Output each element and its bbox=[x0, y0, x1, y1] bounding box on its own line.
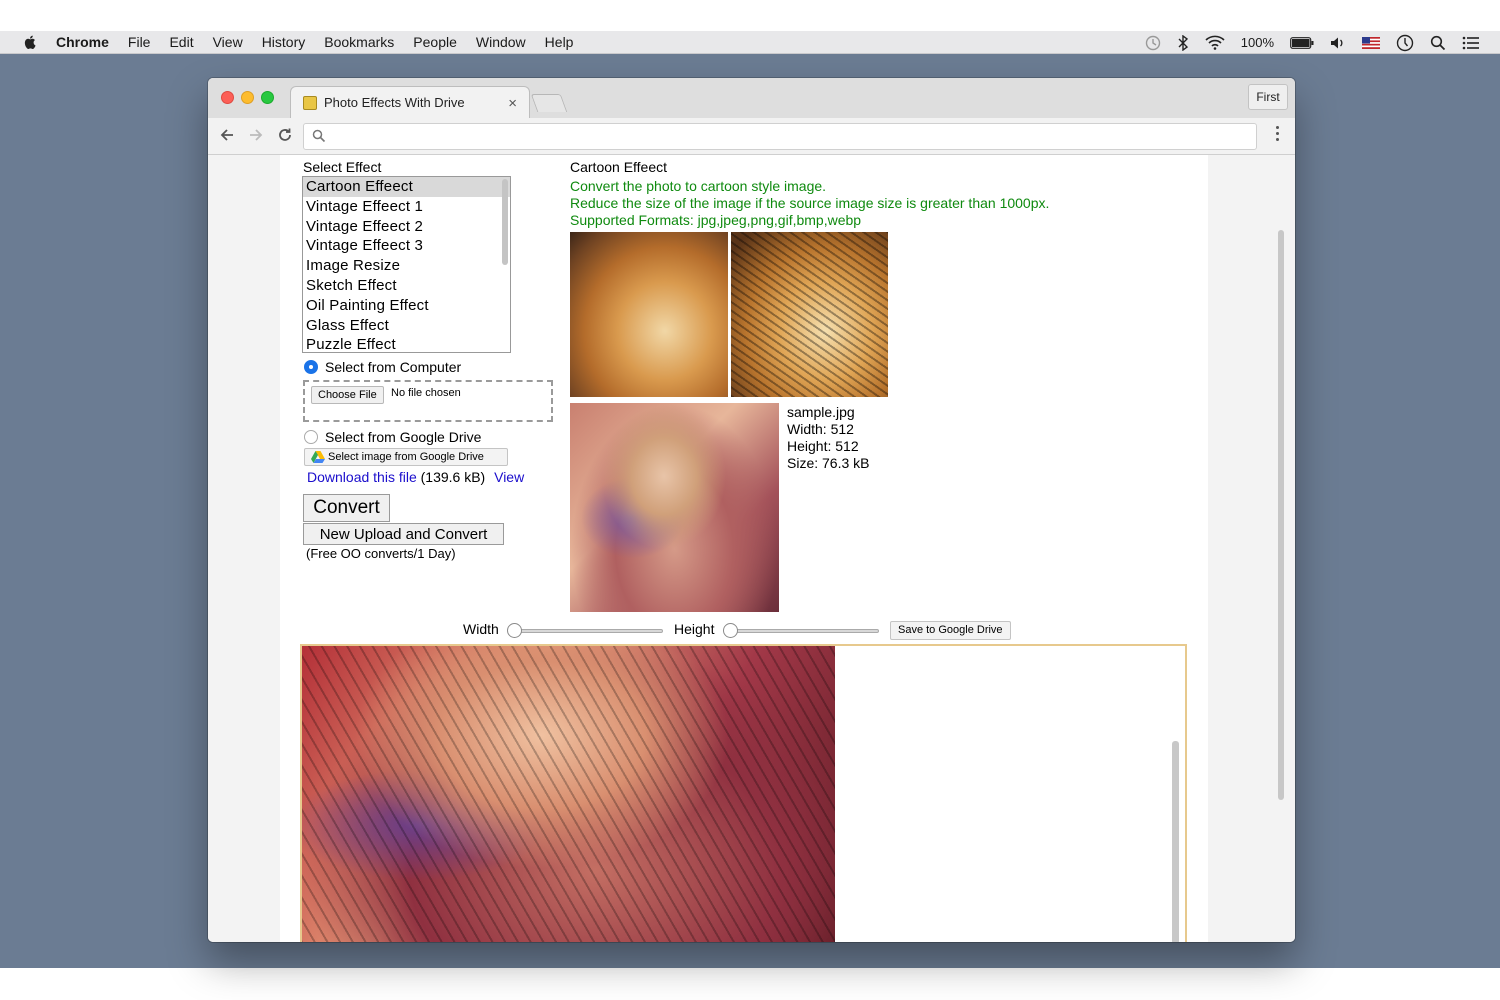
radio-drive[interactable] bbox=[304, 430, 318, 444]
more-menu-icon[interactable] bbox=[1276, 126, 1280, 144]
file-name: sample.jpg bbox=[787, 404, 855, 420]
effect-description: Convert the photo to cartoon style image… bbox=[570, 178, 827, 194]
free-quota-note: (Free OO converts/1 Day) bbox=[306, 546, 456, 561]
source-drive-option[interactable]: Select from Google Drive bbox=[304, 429, 481, 445]
sample-original-thumbnail bbox=[570, 232, 728, 397]
source-computer-label: Select from Computer bbox=[325, 359, 462, 375]
result-frame bbox=[300, 644, 1187, 942]
us-flag-icon[interactable] bbox=[1362, 36, 1380, 49]
notification-center-icon[interactable] bbox=[1462, 36, 1480, 50]
browser-tab[interactable]: Photo Effects With Drive × bbox=[290, 86, 530, 118]
image-height-info: Height: 512 bbox=[787, 438, 859, 454]
browser-toolbar bbox=[208, 118, 1295, 155]
height-slider-label: Height bbox=[674, 621, 715, 637]
menu-chrome[interactable]: Chrome bbox=[56, 34, 109, 50]
effect-listbox[interactable]: Cartoon Effeect Vintage Effeect 1 Vintag… bbox=[302, 176, 511, 353]
download-link[interactable]: Download this file bbox=[307, 469, 417, 485]
browser-window: Photo Effects With Drive × First Select … bbox=[208, 78, 1295, 942]
menu-history[interactable]: History bbox=[262, 34, 306, 50]
page-viewport: Select Effect Cartoon Effeect Vintage Ef… bbox=[208, 155, 1295, 942]
menubar: Chrome File Edit View History Bookmarks … bbox=[0, 31, 1500, 54]
page-content: Select Effect Cartoon Effeect Vintage Ef… bbox=[280, 155, 1208, 942]
new-tab-button[interactable] bbox=[530, 94, 568, 112]
height-slider-track[interactable] bbox=[725, 629, 879, 633]
source-computer-option[interactable]: Select from Computer bbox=[304, 359, 461, 375]
reload-icon[interactable] bbox=[277, 127, 293, 143]
uploaded-image-preview bbox=[570, 403, 779, 612]
effect-option-image-resize[interactable]: Image Resize bbox=[303, 256, 510, 276]
minimize-window-button[interactable] bbox=[241, 91, 254, 104]
width-slider-label: Width bbox=[463, 621, 499, 637]
spotlight-search-icon[interactable] bbox=[1430, 35, 1446, 51]
profile-button[interactable]: First bbox=[1248, 84, 1288, 110]
forward-arrow-icon[interactable] bbox=[248, 127, 264, 143]
select-effect-label: Select Effect bbox=[303, 159, 382, 175]
sample-cartoon-thumbnail bbox=[731, 232, 888, 397]
close-window-button[interactable] bbox=[221, 91, 234, 104]
select-from-drive-label: Select image from Google Drive bbox=[328, 451, 484, 463]
effect-option-glass[interactable]: Glass Effect bbox=[303, 316, 510, 336]
menu-help[interactable]: Help bbox=[545, 34, 574, 50]
file-drop-zone[interactable]: Choose File No file chosen bbox=[303, 380, 553, 422]
title-bar: Photo Effects With Drive × First bbox=[208, 78, 1295, 118]
volume-icon[interactable] bbox=[1330, 36, 1346, 50]
menu-people[interactable]: People bbox=[413, 34, 457, 50]
radio-computer[interactable] bbox=[304, 360, 318, 374]
tab-title: Photo Effects With Drive bbox=[324, 95, 465, 110]
effect-option-vintage-1[interactable]: Vintage Effeect 1 bbox=[303, 197, 510, 217]
view-link[interactable]: View bbox=[494, 469, 524, 485]
result-scrollbar[interactable] bbox=[1172, 741, 1179, 942]
google-drive-icon bbox=[311, 451, 325, 463]
width-slider-track[interactable] bbox=[509, 629, 663, 633]
effect-option-cartoon[interactable]: Cartoon Effeect bbox=[303, 177, 510, 197]
file-size-info: Size: 76.3 kB bbox=[787, 455, 870, 471]
listbox-scrollbar[interactable] bbox=[502, 179, 508, 265]
convert-button[interactable]: Convert bbox=[303, 494, 390, 522]
back-arrow-icon[interactable] bbox=[219, 127, 235, 143]
bluetooth-icon[interactable] bbox=[1177, 34, 1189, 51]
search-icon bbox=[312, 129, 326, 143]
battery-icon[interactable] bbox=[1290, 36, 1314, 49]
image-width-info: Width: 512 bbox=[787, 421, 854, 437]
width-slider-handle[interactable] bbox=[507, 623, 522, 638]
save-to-drive-button[interactable]: Save to Google Drive bbox=[890, 621, 1011, 640]
time-machine-icon[interactable] bbox=[1145, 35, 1161, 51]
menu-window[interactable]: Window bbox=[476, 34, 526, 50]
menu-bookmarks[interactable]: Bookmarks bbox=[324, 34, 394, 50]
supported-formats: Supported Formats: jpg,jpeg,png,gif,bmp,… bbox=[570, 212, 862, 228]
choose-file-button[interactable]: Choose File bbox=[311, 386, 384, 404]
select-from-drive-button[interactable]: Select image from Google Drive bbox=[304, 448, 508, 466]
battery-percent: 100% bbox=[1240, 35, 1274, 50]
address-bar[interactable] bbox=[303, 123, 1257, 150]
cartoon-result-image bbox=[302, 646, 835, 942]
effect-title: Cartoon Effeect bbox=[570, 159, 668, 175]
favicon-icon bbox=[303, 95, 317, 110]
resize-note: Reduce the size of the image if the sour… bbox=[570, 195, 1050, 211]
effect-option-vintage-2[interactable]: Vintage Effeect 2 bbox=[303, 217, 510, 237]
effect-option-puzzle[interactable]: Puzzle Effect bbox=[303, 335, 510, 352]
menu-edit[interactable]: Edit bbox=[169, 34, 193, 50]
effect-option-vintage-3[interactable]: Vintage Effeect 3 bbox=[303, 236, 510, 256]
menu-file[interactable]: File bbox=[128, 34, 151, 50]
zoom-window-button[interactable] bbox=[261, 91, 274, 104]
no-file-label: No file chosen bbox=[391, 387, 461, 399]
effect-option-oil-painting[interactable]: Oil Painting Effect bbox=[303, 296, 510, 316]
download-size: (139.6 kB) bbox=[420, 469, 486, 485]
download-row: Download this file (139.6 kB) View bbox=[307, 469, 524, 485]
wifi-icon[interactable] bbox=[1205, 35, 1225, 50]
effect-option-sketch[interactable]: Sketch Effect bbox=[303, 276, 510, 296]
apple-icon[interactable] bbox=[20, 34, 40, 50]
menu-view[interactable]: View bbox=[213, 34, 243, 50]
page-scrollbar[interactable] bbox=[1278, 230, 1284, 800]
height-slider-handle[interactable] bbox=[723, 623, 738, 638]
tab-close-icon[interactable]: × bbox=[508, 95, 517, 112]
source-drive-label: Select from Google Drive bbox=[325, 429, 482, 445]
new-upload-button[interactable]: New Upload and Convert bbox=[303, 523, 504, 545]
clock-icon[interactable] bbox=[1396, 34, 1414, 52]
